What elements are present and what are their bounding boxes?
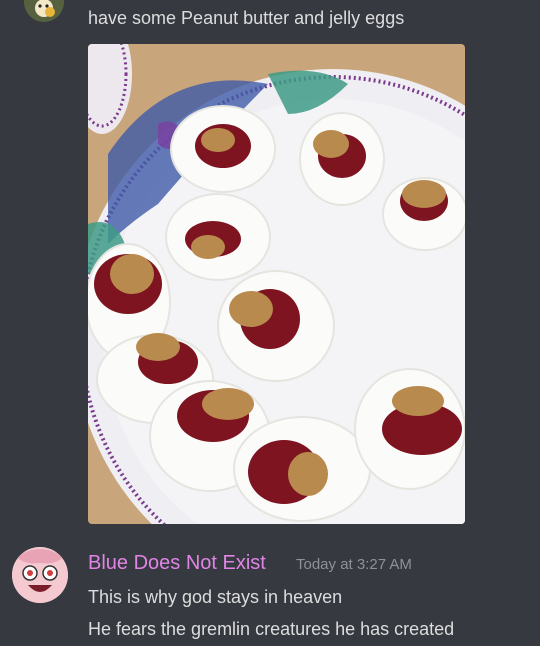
egg-4	[165, 193, 271, 281]
avatar[interactable]	[12, 547, 68, 603]
egg-1	[170, 105, 276, 193]
egg-10	[354, 368, 465, 490]
message-text: have some Peanut butter and jelly eggs	[88, 8, 405, 28]
egg-3	[382, 177, 465, 251]
egg-2	[299, 112, 385, 206]
avatar[interactable]	[24, 0, 64, 22]
username[interactable]: Blue Does Not Exist	[88, 552, 266, 575]
egg-9	[233, 416, 371, 522]
message-text: This is why god stays in heaven	[88, 587, 343, 607]
message-previous: have some Peanut butter and jelly eggs	[0, 0, 540, 40]
egg-6	[217, 270, 335, 382]
image-attachment[interactable]	[88, 44, 465, 524]
message-group: Blue Does Not Exist Today at 3:27 AM Thi…	[0, 540, 540, 646]
timestamp: Today at 3:27 AM	[296, 556, 412, 573]
message-text: He fears the gremlin creatures he has cr…	[88, 619, 455, 639]
